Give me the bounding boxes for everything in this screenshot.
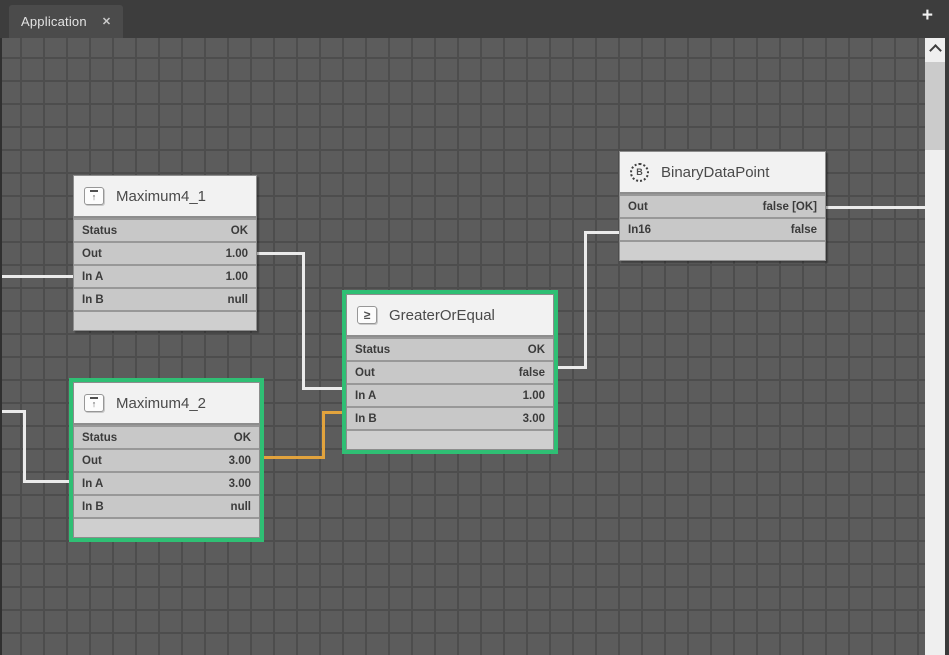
chevron-up-icon <box>929 44 942 57</box>
maximum-icon: ↑ <box>84 394 104 412</box>
block-row-in-b[interactable]: In B null <box>74 287 256 310</box>
wire-maximum4_1-out-to-greaterorequal-inA[interactable] <box>302 387 348 390</box>
pin-label: Status <box>355 344 390 356</box>
wire-left-edge-to-maximum4_2-inA[interactable] <box>23 410 26 483</box>
block-row-status[interactable]: Status OK <box>347 337 553 360</box>
pin-label: In16 <box>628 224 651 236</box>
block-Maximum4_1[interactable]: ↑ Maximum4_1 Status OK Out 1.00 In A 1.00 In B nu… <box>73 175 257 331</box>
block-footer <box>347 429 553 449</box>
wire-greaterorequal-out-to-binarydatapoint-in16[interactable] <box>584 231 587 369</box>
pin-label: In A <box>355 390 376 402</box>
block-title: Maximum4_2 <box>116 395 206 412</box>
block-footer <box>74 517 259 537</box>
block-row-out[interactable]: Out 1.00 <box>74 241 256 264</box>
wire-maximum4_1-out-to-greaterorequal-inA[interactable] <box>302 252 305 390</box>
canvas-right-border <box>945 38 949 655</box>
pin-label: In A <box>82 271 103 283</box>
wire-maximum4_1-out-to-greaterorequal-inA[interactable] <box>255 252 305 255</box>
block-title: BinaryDataPoint <box>661 164 769 181</box>
wire-greaterorequal-out-to-binarydatapoint-in16[interactable] <box>556 366 587 369</box>
pin-value: OK <box>234 432 251 444</box>
wiresheet-canvas[interactable]: ↑ Maximum4_1 Status OK Out 1.00 In A 1.00 In B nu… <box>2 38 925 655</box>
pin-value: OK <box>231 225 248 237</box>
block-footer <box>620 240 825 260</box>
block-header[interactable]: ↑ Maximum4_1 <box>74 176 256 218</box>
pin-value: null <box>231 501 251 513</box>
wire-maximum4_2-out-to-greaterorequal-inB[interactable] <box>322 411 325 459</box>
pin-value: 3.00 <box>229 455 251 467</box>
wire-left-edge-to-maximum4_2-inA[interactable] <box>23 480 75 483</box>
wire-greaterorequal-out-to-binarydatapoint-in16[interactable] <box>584 231 621 234</box>
block-title: GreaterOrEqual <box>389 307 495 324</box>
tab-label: Application <box>21 14 87 29</box>
pin-label: Status <box>82 432 117 444</box>
block-title: Maximum4_1 <box>116 188 206 205</box>
block-row-in-a[interactable]: In A 3.00 <box>74 471 259 494</box>
wire-left-edge-to-maximum4_1-inA[interactable] <box>2 275 75 278</box>
wiresheet-window: Application ✕ + ↑ Maximum4_1 Status OK Out 1.… <box>0 0 949 655</box>
wire-binarydatapoint-out-to-right-edge[interactable] <box>822 206 925 209</box>
block-row-in16[interactable]: In16 false <box>620 217 825 240</box>
pin-label: Out <box>628 201 648 213</box>
block-row-status[interactable]: Status OK <box>74 218 256 241</box>
maximum-icon: ↑ <box>84 187 104 205</box>
pin-label: In A <box>82 478 103 490</box>
gte-icon: ≥ <box>357 306 377 324</box>
block-row-in-a[interactable]: In A 1.00 <box>347 383 553 406</box>
pin-value: 3.00 <box>523 413 545 425</box>
block-Maximum4_2[interactable]: ↑ Maximum4_2 Status OK Out 3.00 In A 3.00 In B nu… <box>73 382 260 538</box>
pin-value: false <box>519 367 545 379</box>
block-row-in-a[interactable]: In A 1.00 <box>74 264 256 287</box>
wire-maximum4_2-out-to-greaterorequal-inB[interactable] <box>262 456 325 459</box>
pin-label: Out <box>82 248 102 260</box>
pin-label: Status <box>82 225 117 237</box>
block-footer <box>74 310 256 330</box>
close-icon[interactable]: ✕ <box>102 15 111 28</box>
pin-value: 1.00 <box>226 248 248 260</box>
binary-icon: B <box>630 163 649 182</box>
pin-value: 1.00 <box>523 390 545 402</box>
block-header[interactable]: B BinaryDataPoint <box>620 152 825 194</box>
block-row-in-b[interactable]: In B null <box>74 494 259 517</box>
block-row-out[interactable]: Out false <box>347 360 553 383</box>
block-GreaterOrEqual[interactable]: ≥GreaterOrEqualStatusOKOutfalseIn A1.00I… <box>346 294 554 450</box>
tab-application[interactable]: Application ✕ <box>9 5 123 38</box>
wire-maximum4_2-out-to-greaterorequal-inB[interactable] <box>322 411 348 414</box>
new-tab-button[interactable]: + <box>922 6 933 25</box>
vertical-scrollbar[interactable] <box>925 38 945 655</box>
block-row-in-b[interactable]: In B 3.00 <box>347 406 553 429</box>
scroll-up-button[interactable] <box>925 38 945 60</box>
canvas-left-border <box>0 38 2 655</box>
pin-label: In B <box>355 413 377 425</box>
block-row-out[interactable]: Out 3.00 <box>74 448 259 471</box>
pin-value: OK <box>528 344 545 356</box>
scrollbar-thumb[interactable] <box>925 62 945 150</box>
pin-label: Out <box>82 455 102 467</box>
block-BinaryDataPoint[interactable]: B BinaryDataPoint Out false [OK] In16 false <box>619 151 826 261</box>
block-header[interactable]: ↑ Maximum4_2 <box>74 383 259 425</box>
pin-value: null <box>228 294 248 306</box>
pin-value: false [OK] <box>763 201 817 213</box>
pin-label: In B <box>82 294 104 306</box>
block-row-out[interactable]: Out false [OK] <box>620 194 825 217</box>
tab-bar: Application ✕ + <box>0 0 949 38</box>
pin-value: false <box>791 224 817 236</box>
pin-value: 1.00 <box>226 271 248 283</box>
pin-label: In B <box>82 501 104 513</box>
pin-value: 3.00 <box>229 478 251 490</box>
pin-label: Out <box>355 367 375 379</box>
block-header[interactable]: ≥ GreaterOrEqual <box>347 295 553 337</box>
block-row-status[interactable]: Status OK <box>74 425 259 448</box>
